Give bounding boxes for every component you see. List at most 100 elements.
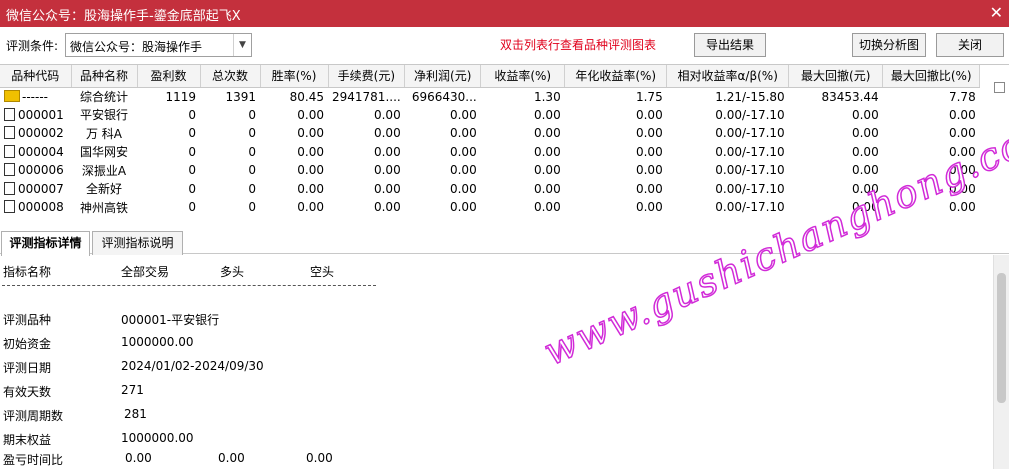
detail-scrollbar[interactable] — [993, 255, 1009, 469]
detail-value-short: 0.00 — [306, 451, 333, 465]
table-row[interactable]: 000002 万 科A 0 0 0.00 0.00 0.00 0.00 0.00 0.00/-17… — [0, 124, 980, 143]
cell-code-text: 000007 — [18, 181, 64, 196]
cell-value: 83453.44 — [821, 89, 879, 104]
document-icon — [4, 163, 15, 177]
cell-value: 0.00 — [635, 163, 663, 178]
cell-value: 0.00 — [297, 126, 324, 141]
detail-label: 评测品种 — [3, 313, 52, 327]
close-icon[interactable]: ✕ — [990, 3, 1003, 22]
switch-chart-button[interactable]: 切换分析图 — [852, 33, 926, 57]
cell-value: 0.00 — [851, 126, 879, 141]
cell-value: 0.00 — [297, 144, 324, 159]
table-row[interactable]: 000001 平安银行 0 0 0.00 0.00 0.00 0.00 0.00 0.00/-17… — [0, 106, 980, 125]
tab-detail[interactable]: 评测指标详情 — [1, 231, 90, 256]
column-header[interactable]: 手续费(元) — [328, 65, 406, 88]
cell-code-text: 000001 — [18, 107, 64, 122]
column-header[interactable]: 最大回撤比(%) — [882, 65, 981, 88]
cell-value: 0.00 — [297, 200, 324, 215]
cell-value: 0.00 — [297, 107, 324, 122]
cell-value: 0.00 — [635, 200, 663, 215]
detail-label: 期末权益 — [3, 433, 52, 447]
cell-name: 国华网安 — [79, 145, 128, 160]
detail-header-short: 空头 — [310, 265, 335, 279]
detail-value: 281 — [124, 407, 147, 421]
grid-checkbox[interactable] — [994, 82, 1005, 93]
cell-code: 000007 — [0, 180, 71, 199]
cell-value: 0 — [248, 163, 256, 178]
cell-value: 0.00 — [635, 181, 663, 196]
cell-value: 6966430... — [411, 89, 477, 104]
detail-panel: 指标名称 全部交易 多头 空头 评测品种 000001-平安银行 初始资金 10000… — [0, 255, 993, 469]
cell-value: 0.00 — [533, 144, 561, 159]
cell-value: 0.00 — [449, 200, 477, 215]
close-button[interactable]: 关闭 — [936, 33, 1004, 57]
cell-code-text: 000002 — [18, 126, 64, 141]
column-header[interactable]: 总次数 — [200, 65, 261, 88]
cell-value: 0.00 — [533, 200, 561, 215]
tab-explain[interactable]: 评测指标说明 — [92, 231, 183, 255]
cell-value: 0.00/-17.10 — [715, 163, 785, 178]
cell-name: 万 科A — [85, 126, 123, 141]
column-header[interactable]: 胜率(%) — [260, 65, 329, 88]
cell-name: 深振业A — [81, 163, 127, 178]
cell-value: 0 — [248, 200, 256, 215]
condition-label: 评测条件: — [6, 39, 59, 53]
detail-row: 评测周期数 281 — [0, 407, 400, 427]
cell-value: 80.45 — [289, 89, 324, 104]
table-row[interactable]: 000007 全新好 0 0 0.00 0.00 0.00 0.00 0.00 0.00/-17.… — [0, 180, 980, 199]
cell-value: 0.00 — [449, 107, 477, 122]
table-row[interactable]: ------ 综合统计 1119 1391 80.45 2941781.... 696643… — [0, 87, 980, 106]
cell-value: 0.00 — [948, 126, 976, 141]
column-header[interactable]: 收益率(%) — [480, 65, 566, 88]
scrollbar-thumb[interactable] — [997, 273, 1006, 403]
column-header[interactable]: 盈利数 — [137, 65, 201, 88]
column-header[interactable]: 年化收益率(%) — [564, 65, 668, 88]
cell-value: 0 — [248, 126, 256, 141]
cell-value: 2941781.... — [332, 89, 401, 104]
cell-value: 0.00 — [533, 126, 561, 141]
cell-code: ------ — [0, 87, 71, 106]
column-header[interactable]: 最大回撤(元) — [788, 65, 884, 88]
column-header[interactable]: 品种代码 — [0, 65, 72, 88]
detail-row: 评测品种 000001-平安银行 — [0, 311, 400, 331]
cell-value: 0.00 — [373, 107, 401, 122]
document-icon — [4, 200, 15, 214]
detail-label: 评测周期数 — [3, 409, 64, 423]
detail-label: 盈亏时间比 — [3, 453, 64, 467]
cell-value: 0.00 — [635, 107, 663, 122]
chevron-down-icon[interactable]: ▼ — [233, 34, 251, 56]
cell-value: 0.00 — [373, 181, 401, 196]
grid-header-row: 品种代码 品种名称 盈利数 总次数 胜率(%) 手续费(元) 净利润(元) 收益… — [0, 65, 981, 88]
export-button[interactable]: 导出结果 — [694, 33, 766, 57]
cell-value: 0.00 — [635, 144, 663, 159]
column-header[interactable]: 品种名称 — [71, 65, 138, 88]
column-header[interactable]: 净利润(元) — [404, 65, 482, 88]
cell-value: 0.00 — [635, 126, 663, 141]
table-row[interactable]: 000004 国华网安 0 0 0.00 0.00 0.00 0.00 0.00 0.00/-17… — [0, 143, 980, 162]
cell-name: 全新好 — [85, 182, 122, 197]
detail-row: 初始资金 1000000.00 — [0, 335, 400, 355]
detail-row: 评测日期 2024/01/02-2024/09/30 — [0, 359, 400, 379]
cell-value: 0.00/-17.10 — [715, 126, 785, 141]
cell-value: 0.00 — [373, 144, 401, 159]
column-header[interactable]: 相对收益率α/β(%) — [666, 65, 790, 88]
cell-value: 0.00/-17.10 — [715, 181, 785, 196]
detail-value-all: 0.00 — [125, 451, 152, 465]
cell-value: 0 — [188, 200, 196, 215]
cell-value: 0.00 — [373, 126, 401, 141]
detail-value: 000001-平安银行 — [121, 313, 220, 327]
cell-value: 0 — [188, 181, 196, 196]
cell-value: 0.00 — [449, 144, 477, 159]
cell-value: 7.78 — [948, 89, 976, 104]
detail-label: 评测日期 — [3, 361, 52, 375]
cell-value: 0 — [188, 163, 196, 178]
cell-value: 1.21/-15.80 — [715, 89, 785, 104]
detail-label: 有效天数 — [3, 385, 52, 399]
table-row[interactable]: 000006 深振业A 0 0 0.00 0.00 0.00 0.00 0.00 0.00/-17… — [0, 161, 980, 180]
cell-code-text: ------ — [22, 89, 48, 104]
detail-value: 271 — [121, 383, 144, 397]
cell-value: 0.00 — [851, 107, 879, 122]
summary-icon — [4, 89, 20, 102]
cell-value: 0 — [248, 107, 256, 122]
condition-select[interactable]: 微信公众号：股海操作手 ▼ — [65, 33, 252, 57]
